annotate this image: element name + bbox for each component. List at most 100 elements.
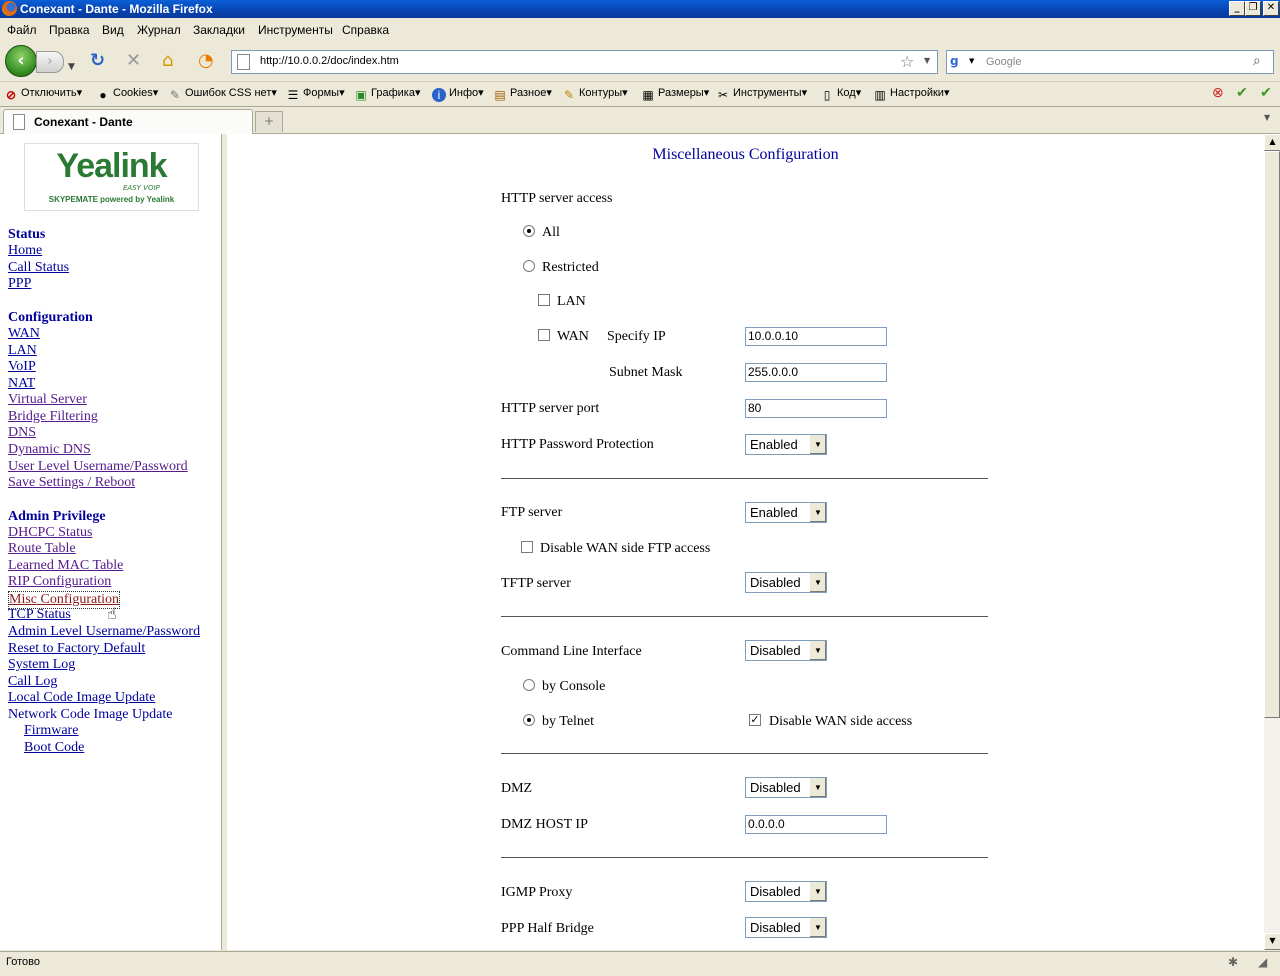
menu-history[interactable]: Журнал (137, 23, 181, 37)
images-icon: ▣ (355, 88, 367, 102)
disable-wan-ftp-checkbox[interactable] (521, 541, 533, 553)
toolbar-images[interactable]: ▣ Графика▾ (354, 86, 420, 102)
nav-learned-mac-table[interactable]: Learned MAC Table (8, 558, 123, 574)
search-placeholder: Google (986, 56, 1022, 68)
new-tab-button[interactable]: + (255, 111, 283, 132)
nav-call-status[interactable]: Call Status (8, 260, 69, 276)
stop-icon[interactable]: ✕ (126, 51, 141, 71)
lan-checkbox[interactable] (538, 294, 550, 306)
toolbar-outline[interactable]: ✎ Контуры▾ (562, 86, 628, 102)
reload-icon[interactable]: ↻ (90, 51, 105, 71)
menu-edit[interactable]: Правка (49, 23, 90, 37)
nav-virtual-server[interactable]: Virtual Server (8, 392, 87, 408)
nav-home[interactable]: Home (8, 243, 42, 259)
nav-dynamic-dns[interactable]: Dynamic DNS (8, 442, 91, 458)
http-password-select[interactable]: Enabled ▼ (745, 434, 827, 455)
menu-file[interactable]: Файл (7, 23, 37, 37)
scroll-thumb[interactable] (1264, 151, 1280, 718)
toolbar-cookies[interactable]: ● Cookies▾ (96, 86, 158, 102)
resize-grip-icon[interactable]: ◢ (1258, 955, 1267, 969)
hand-cursor-icon: ☝ (107, 604, 117, 623)
by-console-radio[interactable] (523, 679, 535, 691)
nav-bridge-filtering[interactable]: Bridge Filtering (8, 409, 98, 425)
http-access-restricted-radio[interactable] (523, 260, 535, 272)
history-dropdown-icon[interactable]: ▼ (68, 57, 75, 77)
search-engine-dropdown-icon[interactable]: ▼ (969, 57, 974, 65)
tab-conexant[interactable]: Conexant - Dante (3, 109, 253, 134)
tftp-server-select[interactable]: Disabled ▼ (745, 572, 827, 593)
nav-user-level-password[interactable]: User Level Username/Password (8, 459, 188, 475)
chevron-down-icon: ▼ (809, 573, 826, 592)
nav-firmware[interactable]: Firmware (24, 723, 78, 739)
nav-nat[interactable]: NAT (8, 376, 35, 392)
html-valid-icon[interactable]: ✔ (1260, 84, 1272, 101)
toolbar-forms[interactable]: ☰ Формы▾ (286, 86, 345, 102)
subnet-mask-label: Subnet Mask (609, 365, 683, 380)
dmz-select[interactable]: Disabled ▼ (745, 777, 827, 798)
nav-route-table[interactable]: Route Table (8, 541, 76, 557)
specify-ip-input[interactable]: 10.0.0.10 (745, 327, 887, 346)
home-icon[interactable]: ⌂ (162, 51, 173, 71)
toolbar-disable[interactable]: ⊘ Отключить▾ (4, 86, 82, 102)
firefox-icon (2, 1, 17, 16)
toolbar-source[interactable]: ▯ Код▾ (820, 86, 862, 102)
error-icon[interactable]: ⊗ (1212, 84, 1224, 101)
nav-system-log[interactable]: System Log (8, 657, 75, 673)
dmz-host-ip-input[interactable]: 0.0.0.0 (745, 815, 887, 834)
ftp-server-select[interactable]: Enabled ▼ (745, 502, 827, 523)
by-telnet-radio[interactable] (523, 714, 535, 726)
http-port-input[interactable]: 80 (745, 399, 887, 418)
menu-bookmarks[interactable]: Закладки (193, 23, 245, 37)
scroll-down-icon[interactable]: ▼ (1264, 933, 1280, 950)
http-access-all-label: All (542, 225, 560, 240)
nav-wan[interactable]: WAN (8, 326, 40, 342)
nav-lan[interactable]: LAN (8, 343, 37, 359)
close-window-button[interactable]: ✕ (1263, 1, 1279, 16)
nav-save-reboot[interactable]: Save Settings / Reboot (8, 475, 135, 491)
url-dropdown-icon[interactable]: ▼ (924, 56, 930, 65)
toolbar-tools[interactable]: ✂ Инструменты▾ (716, 86, 807, 102)
subnet-mask-input[interactable]: 255.0.0.0 (745, 363, 887, 382)
nav-admin-level-password[interactable]: Admin Level Username/Password (8, 624, 200, 640)
toolbar-options[interactable]: ▥ Настройки▾ (873, 86, 949, 102)
nav-reset-factory[interactable]: Reset to Factory Default (8, 641, 145, 657)
url-bar[interactable]: http://10.0.0.2/doc/index.htm ☆ ▼ (231, 50, 938, 74)
http-access-all-radio[interactable] (523, 225, 535, 237)
toolbar-resize[interactable]: ▦ Размеры▾ (641, 86, 709, 102)
menu-help[interactable]: Справка (342, 23, 389, 37)
nav-call-log[interactable]: Call Log (8, 674, 57, 690)
search-magnifier-icon[interactable]: ⌕ (1253, 53, 1261, 69)
cli-select[interactable]: Disabled ▼ (745, 640, 827, 661)
menu-view[interactable]: Вид (102, 23, 124, 37)
nav-rip-configuration[interactable]: RIP Configuration (8, 574, 111, 590)
menu-tools[interactable]: Инструменты (258, 23, 333, 37)
toolbar-misc[interactable]: ▤ Разное▾ (493, 86, 552, 102)
google-icon[interactable]: g (950, 54, 966, 70)
wan-checkbox[interactable] (538, 329, 550, 341)
nav-local-code-update[interactable]: Local Code Image Update (8, 690, 155, 706)
toolbar-css-errors[interactable]: ✎ Ошибок CSS нет▾ (168, 86, 277, 102)
nav-voip[interactable]: VoIP (8, 359, 36, 375)
nav-dhcpc-status[interactable]: DHCPC Status (8, 525, 92, 541)
bookmark-star-icon[interactable]: ☆ (900, 52, 914, 71)
nav-boot-code[interactable]: Boot Code (24, 740, 84, 756)
tab-list-icon[interactable]: ▼ (1264, 113, 1270, 122)
nav-dns[interactable]: DNS (8, 425, 36, 441)
igmp-proxy-select[interactable]: Disabled ▼ (745, 881, 827, 902)
maximize-button[interactable]: ❐ (1245, 1, 1261, 16)
minimize-button[interactable]: _ (1229, 1, 1245, 16)
css-valid-icon[interactable]: ✔ (1236, 84, 1248, 101)
ppp-half-bridge-select[interactable]: Disabled ▼ (745, 917, 827, 938)
search-bar[interactable]: g ▼ Google ⌕ (946, 50, 1274, 74)
forward-button[interactable]: › (36, 51, 64, 73)
nav-tcp-status[interactable]: TCP Status (8, 607, 71, 623)
back-button[interactable]: ‹ (5, 45, 37, 77)
scroll-up-icon[interactable]: ▲ (1264, 134, 1280, 151)
by-console-label: by Console (542, 679, 606, 694)
toolbar-info[interactable]: i Инфо▾ (432, 86, 484, 102)
firebug-icon[interactable]: ✱ (1228, 955, 1238, 969)
rss-icon[interactable]: ◔ (198, 51, 214, 71)
disable-wan-access-checkbox[interactable]: ✓ (749, 714, 761, 726)
nav-ppp[interactable]: PPP (8, 276, 31, 292)
vertical-scrollbar[interactable]: ▲ ▼ (1264, 134, 1280, 950)
